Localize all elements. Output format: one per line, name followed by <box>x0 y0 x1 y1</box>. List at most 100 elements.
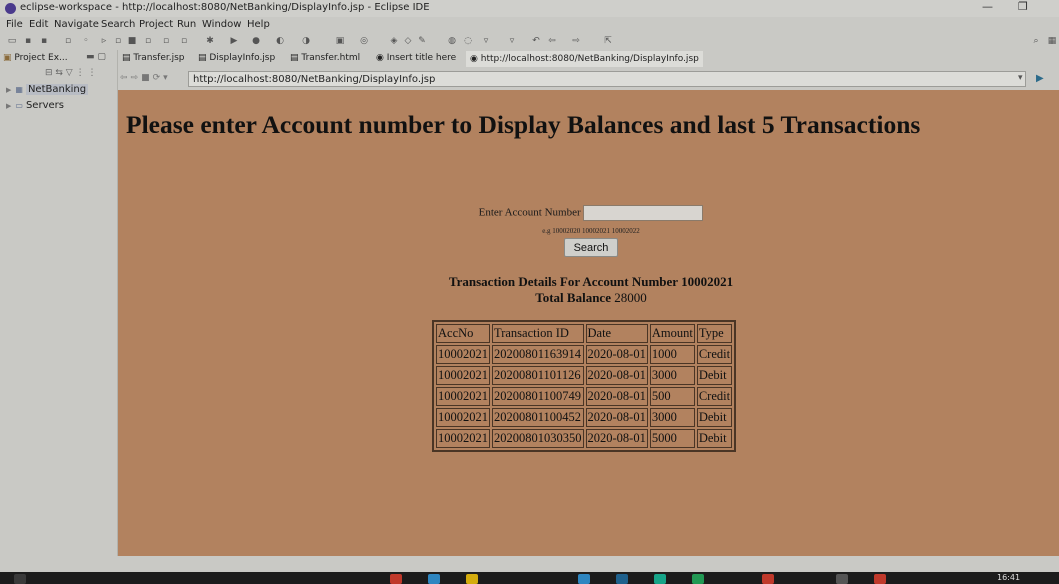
publish-icon[interactable]: ◎ <box>358 35 370 47</box>
table-cell: 2020-08-01 <box>585 429 648 448</box>
menu-search[interactable]: Search <box>101 19 135 30</box>
last-edit-icon[interactable]: ↶ <box>530 35 542 47</box>
save-all-icon[interactable]: ▪ <box>38 35 50 47</box>
menu-bar: File Edit Navigate Search Project Run Wi… <box>0 18 1059 32</box>
header-cell: Date <box>585 324 648 343</box>
annotation-icon[interactable]: ◌ <box>462 35 474 47</box>
table-cell: 20200801163914 <box>492 345 584 364</box>
new-icon[interactable]: ▭ <box>6 35 18 47</box>
perspective-icon[interactable]: ▦ <box>1046 35 1058 47</box>
browser-tab-icon: ◉ <box>376 53 384 63</box>
debug-icon[interactable]: ✱ <box>204 35 216 47</box>
menu-window[interactable]: Window <box>202 19 241 30</box>
search-tool-icon[interactable]: ✎ <box>416 35 428 47</box>
table-cell: 20200801030350 <box>492 429 584 448</box>
tree-item-netbanking[interactable]: ▶ ▦ NetBanking <box>6 84 89 95</box>
next-annotation-icon[interactable]: ▿ <box>480 35 492 47</box>
tab-label: Transfer.html <box>301 53 361 63</box>
table-row: 10002021 20200801163914 2020-08-01 1000 … <box>436 345 733 364</box>
drop-frame-icon[interactable]: ▫ <box>160 35 172 47</box>
save-icon[interactable]: ▪ <box>22 35 34 47</box>
print-icon[interactable]: ▫ <box>62 35 74 47</box>
url-dropdown-icon[interactable]: ▾ <box>1018 73 1023 83</box>
open-task-icon[interactable]: ◇ <box>402 35 414 47</box>
jsp-file-icon: ▤ <box>122 53 131 63</box>
account-form: Enter Account Number <box>118 205 1059 221</box>
globe-icon[interactable]: ◍ <box>446 35 458 47</box>
table-cell: 10002021 <box>436 366 490 385</box>
header-cell: Transaction ID <box>492 324 584 343</box>
table-cell: 1000 <box>649 345 695 364</box>
taskbar-app-icon[interactable] <box>428 574 440 584</box>
header-cell: Type <box>696 324 733 343</box>
table-cell: Debit <box>696 366 733 385</box>
table-row: 10002021 20200801100452 2020-08-01 3000 … <box>436 408 733 427</box>
page-heading: Please enter Account number to Display B… <box>126 110 921 139</box>
taskbar-app-icon[interactable] <box>390 574 402 584</box>
tab-label: DisplayInfo.jsp <box>209 53 276 63</box>
start-icon[interactable] <box>14 574 26 584</box>
table-cell: 20200801101126 <box>492 366 584 385</box>
pane-toolbar[interactable]: ⊟ ⇆ ▽ ⋮ ⋮ <box>45 68 96 78</box>
use-filters-icon[interactable]: ▫ <box>178 35 190 47</box>
browser-tab-icon: ◉ <box>470 54 478 64</box>
tab-insert-title[interactable]: ◉ Insert title here <box>376 53 456 63</box>
menu-project[interactable]: Project <box>139 19 173 30</box>
menu-file[interactable]: File <box>6 19 23 30</box>
coverage-icon[interactable]: ◐ <box>274 35 286 47</box>
project-explorer-tab-label: Project Ex... <box>14 53 68 63</box>
run-green-icon[interactable]: ● <box>250 35 262 47</box>
menu-run[interactable]: Run <box>177 19 196 30</box>
web-page: Please enter Account number to Display B… <box>118 90 1059 556</box>
toolbar-search-icon[interactable]: ⌕ <box>1030 35 1042 47</box>
external-tools-icon[interactable]: ◑ <box>300 35 312 47</box>
step-icon[interactable]: ▹ <box>98 35 110 47</box>
account-label: Enter Account Number <box>478 206 581 219</box>
taskbar-app-icon[interactable] <box>762 574 774 584</box>
table-cell: 10002021 <box>436 408 490 427</box>
minimize-button[interactable]: — <box>982 0 993 13</box>
tree-item-servers[interactable]: ▶ ▭ Servers <box>6 100 64 111</box>
taskbar-app-icon[interactable] <box>466 574 478 584</box>
go-icon[interactable]: ▶ <box>1036 73 1044 84</box>
total-balance: Total Balance 28000 <box>118 290 1059 306</box>
table-cell: 2020-08-01 <box>585 387 648 406</box>
tab-displayinfo-jsp[interactable]: ▤ DisplayInfo.jsp <box>198 53 275 63</box>
example-hint: e.g 10002020 10002021 10002022 <box>542 227 640 235</box>
table-cell: 10002021 <box>436 429 490 448</box>
account-number-input[interactable] <box>583 205 704 221</box>
menu-navigate[interactable]: Navigate <box>54 19 99 30</box>
taskbar-app-icon[interactable] <box>836 574 848 584</box>
pin-editor-icon[interactable]: ⇱ <box>602 35 614 47</box>
prev-annotation-icon[interactable]: ▿ <box>506 35 518 47</box>
run-icon[interactable]: ▶ <box>228 35 240 47</box>
taskbar-app-icon[interactable] <box>692 574 704 584</box>
new-server-icon[interactable]: ▣ <box>334 35 346 47</box>
taskbar-app-icon[interactable] <box>874 574 886 584</box>
toggle-icon[interactable]: ◦ <box>80 35 92 47</box>
menu-edit[interactable]: Edit <box>29 19 48 30</box>
restore-button[interactable]: ❐ <box>1018 0 1028 13</box>
step-over-icon[interactable]: ▫ <box>112 35 124 47</box>
browser-nav-buttons[interactable]: ⇦⇨■⟳▾ <box>120 73 171 83</box>
taskbar-app-icon[interactable] <box>578 574 590 584</box>
menu-help[interactable]: Help <box>247 19 270 30</box>
disconnect-icon[interactable]: ▫ <box>142 35 154 47</box>
tab-displayinfo-browser[interactable]: ◉ http://localhost:8080/NetBanking/Displ… <box>466 51 703 67</box>
window-title: eclipse-workspace - http://localhost:808… <box>20 2 430 13</box>
tab-transfer-html[interactable]: ▤ Transfer.html <box>290 53 360 63</box>
terminate-icon[interactable]: ■ <box>126 35 138 47</box>
taskbar-app-icon[interactable] <box>616 574 628 584</box>
pane-minimize-maximize[interactable]: ▬ ▢ <box>86 52 106 62</box>
taskbar-app-icon[interactable] <box>654 574 666 584</box>
search-button[interactable]: Search <box>564 238 618 257</box>
back-icon[interactable]: ⇦ <box>546 35 558 47</box>
url-input[interactable] <box>188 71 1026 87</box>
expand-arrow-icon[interactable]: ▶ <box>6 86 11 94</box>
project-icon: ▦ <box>15 85 23 94</box>
expand-arrow-icon[interactable]: ▶ <box>6 102 11 110</box>
forward-icon[interactable]: ⇨ <box>570 35 582 47</box>
project-explorer-tab[interactable]: ▣ Project Ex... <box>3 53 68 63</box>
open-type-icon[interactable]: ◈ <box>388 35 400 47</box>
tab-transfer-jsp[interactable]: ▤ Transfer.jsp <box>122 53 185 63</box>
